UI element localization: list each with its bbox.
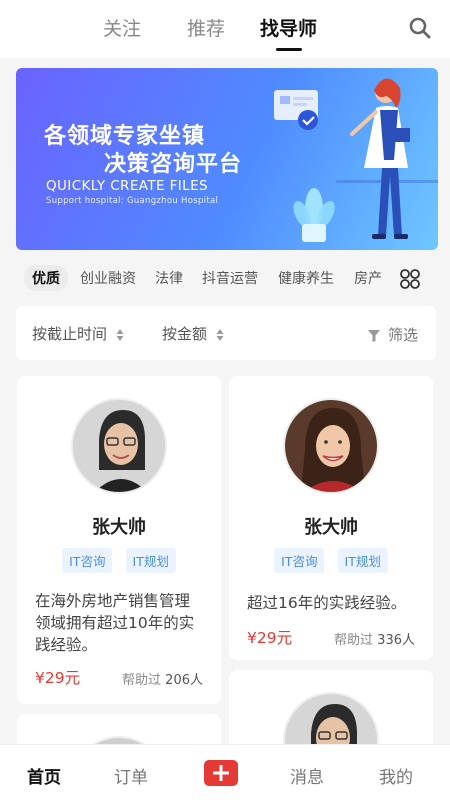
sort-arrows-icon (216, 328, 224, 341)
category-tab-law[interactable]: 法律 (155, 268, 183, 288)
filter-icon (368, 329, 381, 342)
helped-number: 336人 (377, 633, 415, 648)
filter-button[interactable]: 筛选 (368, 324, 418, 345)
banner-english-text: QUICKLY CREATE FILES (46, 178, 208, 194)
mentor-name: 张大帅 (92, 517, 146, 538)
category-tab-startup[interactable]: 创业融资 (80, 268, 136, 288)
search-icon (409, 17, 431, 39)
helped-label: 帮助过 (122, 673, 162, 688)
mentor-card[interactable]: 张大帅 IT咨询 IT规划 超过16年的实践经验。 ¥29元 帮助过 336人 (229, 376, 433, 660)
mentor-description: 超过16年的实践经验。 (247, 594, 407, 612)
search-button[interactable] (408, 16, 432, 40)
sort-arrows-icon (116, 328, 124, 341)
mentor-price: ¥29元 (35, 669, 81, 687)
category-tab-realestate[interactable]: 房产 (354, 268, 382, 288)
tab-find-mentor-label: 找导师 (260, 18, 318, 40)
sort-by-deadline-label: 按截止时间 (32, 325, 108, 343)
top-tab-bar: 关注 推荐 找导师 (0, 0, 450, 58)
sort-by-deadline[interactable]: 按截止时间 (32, 323, 124, 344)
sort-bar: 按截止时间 按金额 筛选 (16, 306, 436, 360)
tag: IT咨询 (274, 548, 325, 573)
category-tab-health[interactable]: 健康养生 (278, 268, 334, 288)
tab-find-mentor[interactable]: 找导师 (260, 14, 318, 51)
tab-follow[interactable]: 关注 (103, 14, 141, 41)
mentor-tags: IT咨询 IT规划 (229, 548, 433, 573)
active-tab-indicator (275, 48, 302, 51)
banner-illustration (274, 78, 438, 242)
mentor-tags: IT咨询 IT规划 (17, 548, 221, 573)
grid-menu-icon[interactable] (399, 268, 421, 290)
nav-profile[interactable]: 我的 (379, 763, 413, 788)
mentor-description: 在海外房地产销售管理领域拥有超过10年的实践经验。 (35, 592, 195, 654)
tag: IT规划 (125, 548, 176, 573)
helped-label: 帮助过 (334, 633, 374, 648)
helped-number: 206人 (165, 673, 203, 688)
sort-by-amount-label: 按金额 (162, 325, 208, 343)
add-button[interactable] (204, 760, 238, 786)
nav-home[interactable]: 首页 (27, 763, 61, 788)
helped-count: 帮助过 336人 (334, 629, 415, 648)
mentor-name: 张大帅 (304, 517, 358, 538)
filter-label: 筛选 (387, 326, 418, 344)
banner-small-text: Support hospital: Guangzhou Hospital (46, 196, 219, 206)
sort-by-amount[interactable]: 按金额 (162, 323, 224, 344)
category-tab-douyin[interactable]: 抖音运营 (202, 268, 258, 288)
tab-recommend[interactable]: 推荐 (187, 14, 225, 41)
helped-count: 帮助过 206人 (122, 669, 203, 688)
nav-messages[interactable]: 消息 (290, 763, 324, 788)
avatar (71, 398, 167, 494)
tag: IT规划 (337, 548, 388, 573)
bottom-nav: 首页 订单 消息 我的 (0, 744, 450, 800)
banner-title-line2: 决策咨询平台 (104, 152, 243, 177)
category-tabs: 优质 创业融资 法律 抖音运营 健康养生 房产 (0, 262, 450, 296)
avatar (283, 398, 379, 494)
mentor-price: ¥29元 (247, 629, 293, 647)
category-tab-featured[interactable]: 优质 (24, 265, 68, 291)
promo-banner[interactable]: 各领域专家坐镇 决策咨询平台 QUICKLY CREATE FILES Supp… (16, 68, 438, 250)
nav-orders[interactable]: 订单 (114, 763, 148, 788)
mentor-card[interactable]: 张大帅 IT咨询 IT规划 在海外房地产销售管理领域拥有超过10年的实践经验。 … (17, 376, 221, 704)
tag: IT咨询 (62, 548, 113, 573)
